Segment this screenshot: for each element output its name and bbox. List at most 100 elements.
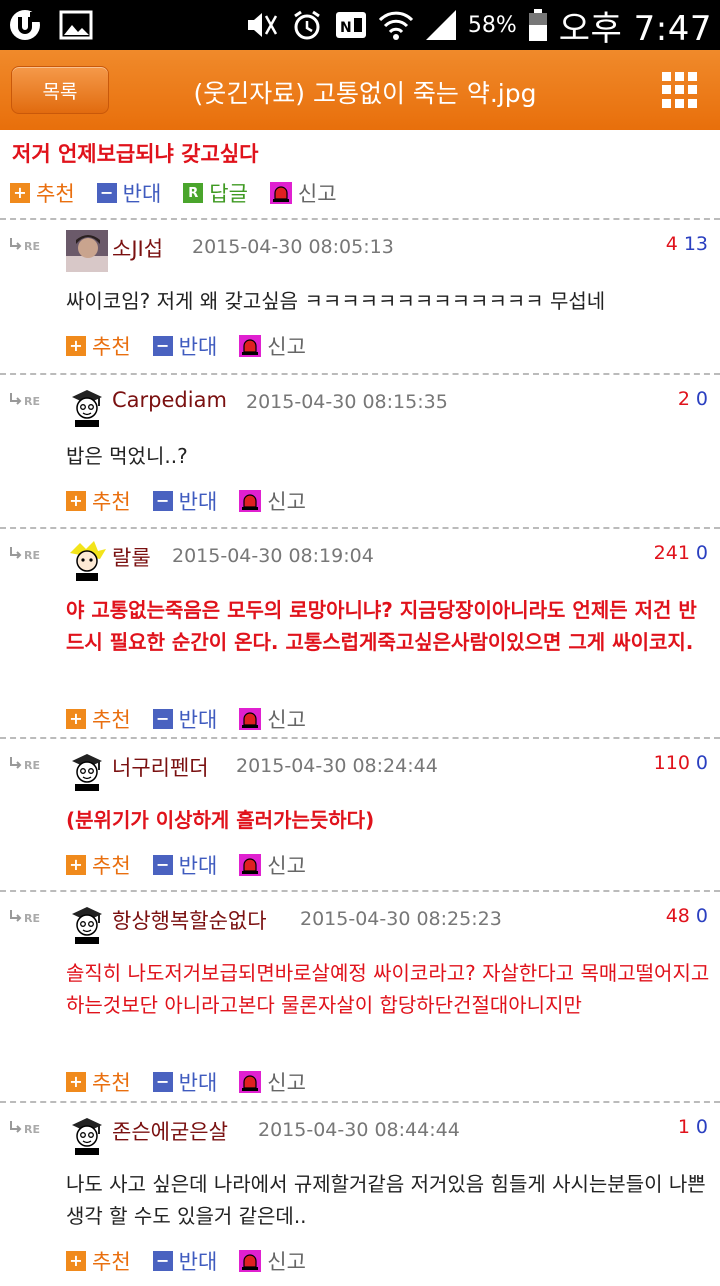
siren-icon [239,854,262,876]
report-button[interactable]: 신고 [239,704,306,734]
svg-text:RE: RE [24,549,40,562]
svg-text:RE: RE [24,240,40,253]
recommend-button[interactable]: + 추천 [66,850,131,880]
oppose-button[interactable]: − 반대 [152,486,218,516]
oppose-label: 반대 [178,490,218,514]
comment-author[interactable]: 랄룰 [112,542,151,572]
avatar-icon [66,230,108,272]
recommend-button[interactable]: + 추천 [66,1067,131,1097]
upvote-count: 2 [677,388,690,410]
comment-text: 싸이코임? 저게 왜 갖고싶음 ㅋㅋㅋㅋㅋㅋㅋㅋㅋㅋㅋㅋㅋ 무섭네 [66,289,606,313]
list-button[interactable]: 목록 [11,66,109,114]
recommend-button[interactable]: + 추천 [66,331,131,361]
svg-text:RE: RE [24,1123,40,1136]
comment-divider [0,373,720,375]
mute-icon [247,13,277,37]
comment-author[interactable]: 존슨에굳은살 [112,1116,228,1146]
nfc-icon: N [335,12,366,38]
recommend-button[interactable]: + 추천 [66,486,131,516]
minus-icon: − [96,183,117,203]
report-button[interactable]: 신고 [239,850,306,880]
wifi-icon [378,11,413,40]
recommend-button[interactable]: + 추천 [66,704,131,734]
reply-arrow-icon: RE [10,393,40,408]
upvote-count: 110 [653,752,690,774]
recommend-label: 추천 [36,182,75,206]
vote-counts: 10 [678,1116,708,1138]
comment-divider [0,737,720,739]
comment-actions: + 추천 − 반대 신고 [66,850,328,880]
siren-icon [239,335,262,357]
recommend-label: 추천 [92,490,131,514]
oppose-label: 반대 [178,708,218,732]
comment-item: RE 랄룰 2015-04-30 08:19:04 241 0 야 고통없는죽음은… [0,527,720,744]
avatar-icon [66,749,108,791]
oppose-button[interactable]: − 반대 [152,850,217,880]
svg-text:N: N [340,20,352,36]
upvote-count: 1 [677,1116,690,1138]
comment-author[interactable]: 항상행복할순없다 [112,905,267,935]
reply-button[interactable]: R 답글 [183,178,248,208]
comment-author[interactable]: Carpediam [112,388,227,412]
vote-counts: 110 0 [654,752,708,774]
plus-icon: + [66,491,86,511]
reply-arrow-icon: RE [10,547,40,562]
recommend-button[interactable]: + 추천 [10,178,75,208]
battery-icon [528,9,547,41]
recommend-button[interactable]: + 추천 [66,1246,131,1276]
oppose-button[interactable]: − 반대 [96,178,162,208]
comment-author[interactable]: 소JI섭 [112,233,163,263]
comment-author[interactable]: 너구리펜더 [112,752,209,782]
downvote-count: 0 [695,905,708,927]
vote-counts: 4 13 [666,233,708,255]
comment-text: 야 고통없는죽음은 모두의 로망아니냐? 지금당장이아니라도 언제든 저건 반드… [66,598,697,654]
downvote-count: 0 [695,388,708,410]
oppose-label: 반대 [122,182,162,206]
comment-item: RE 항상행복할순없다 2015-04-30 08:25:23 48 0 솔직히 … [0,890,720,1107]
comment-date: 2015-04-30 08:25:23 [300,908,502,930]
plus-icon: + [66,855,86,875]
plus-icon: + [66,1251,86,1271]
oppose-label: 반대 [178,335,218,359]
reply-arrow-icon: RE [10,757,40,772]
comment-text: 솔직히 나도저거보급되면바로살예정 싸이코라고? 자살한다고 목매고떨어지고하는… [66,961,710,1017]
oppose-button[interactable]: − 반대 [152,331,218,361]
report-button[interactable]: 신고 [239,1246,306,1276]
plus-icon: + [66,709,86,729]
report-button[interactable]: 신고 [269,178,337,208]
recommend-label: 추천 [92,1250,131,1274]
comment-actions: + 추천 − 반대 신고 [66,704,328,734]
plus-icon: + [66,1072,86,1092]
report-label: 신고 [297,182,337,206]
siren-icon [239,1250,262,1272]
report-label: 신고 [267,1071,306,1095]
comment-actions: + 추천 − 반대 신고 [66,331,328,361]
comment-date: 2015-04-30 08:05:13 [192,236,394,258]
comment-divider [0,890,720,892]
upvote-count: 241 [653,542,690,564]
upvote-count: 4 [665,233,678,255]
comment-item: RE Carpediam 2015-04-30 08:15:35 20 밥은 먹… [0,373,720,526]
comment-item: RE 존슨에굳은살 2015-04-30 08:44:44 10 나도 사고 싶… [0,1101,720,1286]
recommend-label: 추천 [92,335,131,359]
vote-counts: 48 0 [666,905,708,927]
report-button[interactable]: 신고 [239,331,306,361]
upvote-count: 48 [665,905,690,927]
downvote-count: 13 [683,233,708,255]
svg-text:RE: RE [24,759,40,772]
comment-date: 2015-04-30 08:15:35 [246,391,448,413]
post-body: 저거 언제보급되냐 갖고싶다 [12,142,259,166]
grid-icon[interactable] [662,72,698,108]
oppose-button[interactable]: − 반대 [152,704,218,734]
title-bar: 목록 (웃긴자료) 고통없이 죽는 약.jpg [0,50,720,130]
comment-divider [0,527,720,529]
report-button[interactable]: 신고 [239,1067,306,1097]
minus-icon: − [152,491,173,511]
vote-counts: 20 [678,388,708,410]
oppose-button[interactable]: − 반대 [152,1067,217,1097]
oppose-button[interactable]: − 반대 [152,1246,218,1276]
report-button[interactable]: 신고 [239,486,306,516]
siren-icon [269,182,292,204]
oppose-label: 반대 [178,1250,218,1274]
report-label: 신고 [267,490,306,514]
